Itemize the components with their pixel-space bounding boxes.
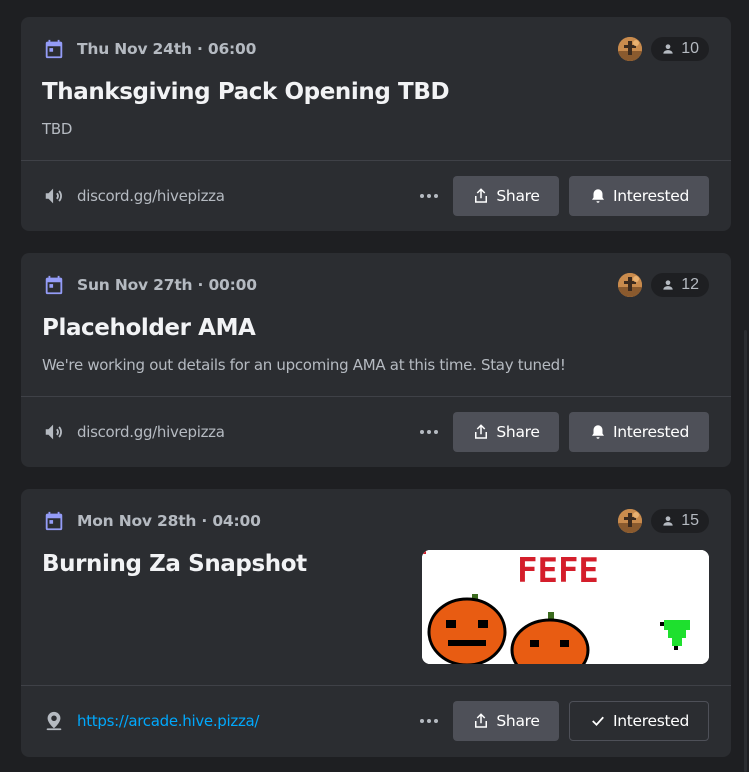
event-footer: https://arcade.hive.pizza/ Share Interes… <box>21 686 731 756</box>
location-text: discord.gg/hivepizza <box>77 187 225 205</box>
checkmark-icon <box>592 716 604 727</box>
event-meta: 15 <box>618 509 709 533</box>
share-icon <box>475 713 488 728</box>
event-date-row: Sun Nov 27th · 00:00 <box>43 274 257 296</box>
event-location: https://arcade.hive.pizza/ <box>43 686 259 756</box>
event-meta: 12 <box>618 273 709 297</box>
interested-label: Interested <box>612 423 690 441</box>
event-actions: Share Interested <box>417 701 709 741</box>
share-button[interactable]: Share <box>453 412 559 452</box>
location-pin-icon <box>46 711 62 731</box>
share-label: Share <box>496 423 540 441</box>
speaker-icon <box>45 188 62 204</box>
people-icon <box>663 516 673 526</box>
share-button[interactable]: Share <box>453 176 559 216</box>
more-icon <box>420 430 438 434</box>
event-card[interactable]: Mon Nov 28th · 04:00 15 Burning Za Snaps… <box>21 489 731 757</box>
share-icon <box>475 188 488 203</box>
interested-button[interactable]: Interested <box>569 176 709 216</box>
more-icon <box>420 719 438 723</box>
image-text: FEFE <box>517 551 599 591</box>
event-title[interactable]: Thanksgiving Pack Opening TBD <box>42 79 450 105</box>
avatar[interactable] <box>618 509 643 533</box>
event-meta: 10 <box>618 37 709 61</box>
scrollbar[interactable] <box>744 330 747 772</box>
events-list: Thu Nov 24th · 06:00 10 Thanksgiving Pac… <box>0 0 749 772</box>
event-date: Mon Nov 28th · 04:00 <box>77 512 261 530</box>
event-date-row: Thu Nov 24th · 06:00 <box>43 38 256 60</box>
event-footer: discord.gg/hivepizza Share Interested <box>21 161 731 231</box>
share-icon <box>475 424 488 439</box>
bell-icon <box>591 189 604 203</box>
event-image: FEFE <box>422 550 709 664</box>
event-card[interactable]: Sun Nov 27th · 00:00 12 Placeholder AMA … <box>21 253 731 467</box>
avatar[interactable] <box>618 273 643 297</box>
speaker-icon <box>45 424 62 440</box>
event-actions: Share Interested <box>417 176 709 216</box>
more-icon <box>420 194 438 198</box>
interested-count-badge: 12 <box>651 273 709 297</box>
event-location: discord.gg/hivepizza <box>43 397 225 467</box>
event-title[interactable]: Burning Za Snapshot <box>42 551 307 577</box>
event-date-row: Mon Nov 28th · 04:00 <box>43 510 261 532</box>
event-date: Thu Nov 24th · 06:00 <box>77 40 257 58</box>
event-footer: discord.gg/hivepizza Share Interested <box>21 397 731 467</box>
people-icon <box>663 280 673 290</box>
event-card[interactable]: Thu Nov 24th · 06:00 10 Thanksgiving Pac… <box>21 17 731 231</box>
location-link[interactable]: https://arcade.hive.pizza/ <box>77 712 259 730</box>
people-icon <box>663 44 673 54</box>
event-description: We're working out details for an upcomin… <box>42 356 566 374</box>
interested-label: Interested <box>612 712 690 730</box>
more-button[interactable] <box>417 176 441 216</box>
interested-button[interactable]: Interested <box>569 412 709 452</box>
interested-count: 12 <box>681 276 699 293</box>
avatar[interactable] <box>618 37 643 61</box>
event-date: Sun Nov 27th · 00:00 <box>77 276 257 294</box>
interested-count-badge: 10 <box>651 37 709 61</box>
event-title[interactable]: Placeholder AMA <box>42 315 256 341</box>
share-label: Share <box>496 187 540 205</box>
share-label: Share <box>496 712 540 730</box>
interested-button[interactable]: Interested <box>569 701 709 741</box>
calendar-icon <box>45 511 63 531</box>
location-text: discord.gg/hivepizza <box>77 423 225 441</box>
interested-count: 15 <box>681 512 699 529</box>
event-actions: Share Interested <box>417 412 709 452</box>
event-location: discord.gg/hivepizza <box>43 161 225 231</box>
interested-label: Interested <box>612 187 690 205</box>
interested-count-badge: 15 <box>651 509 709 533</box>
more-button[interactable] <box>417 412 441 452</box>
more-button[interactable] <box>417 701 441 741</box>
calendar-icon <box>45 275 63 295</box>
event-cover-image[interactable]: FEFE <box>422 550 709 664</box>
event-description: TBD <box>42 120 73 138</box>
bell-icon <box>591 425 604 439</box>
share-button[interactable]: Share <box>453 701 559 741</box>
calendar-icon <box>45 39 63 59</box>
interested-count: 10 <box>681 40 699 57</box>
